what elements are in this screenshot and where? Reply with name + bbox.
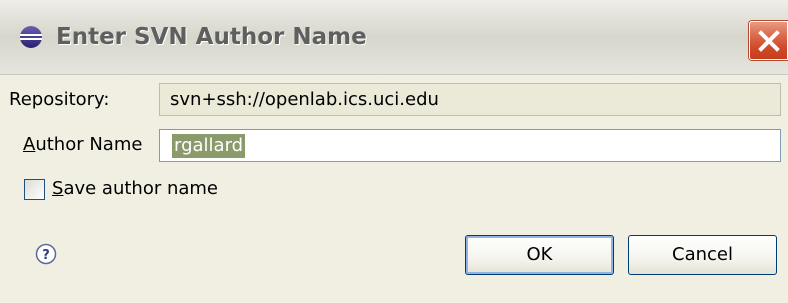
author-name-label: Author Name bbox=[23, 134, 143, 155]
title-bar: Enter SVN Author Name bbox=[0, 0, 788, 75]
svg-text:?: ? bbox=[42, 248, 50, 263]
close-button[interactable] bbox=[749, 21, 788, 60]
window-title: Enter SVN Author Name bbox=[56, 24, 367, 50]
eclipse-icon bbox=[20, 26, 42, 48]
save-author-checkbox[interactable] bbox=[24, 179, 45, 200]
close-icon bbox=[758, 30, 780, 52]
repository-value: svn+ssh://openlab.ics.uci.edu bbox=[170, 89, 439, 110]
author-name-value: rgallard bbox=[172, 134, 246, 158]
save-author-label[interactable]: Save author name bbox=[52, 178, 218, 199]
cancel-button[interactable]: Cancel bbox=[628, 235, 777, 275]
repository-field: svn+ssh://openlab.ics.uci.edu bbox=[159, 83, 781, 116]
ok-button[interactable]: OK bbox=[465, 235, 614, 275]
repository-label: Repository: bbox=[9, 89, 110, 110]
help-icon[interactable]: ? bbox=[35, 243, 57, 265]
dialog-body: Repository: svn+ssh://openlab.ics.uci.ed… bbox=[0, 75, 788, 303]
author-name-input[interactable]: rgallard bbox=[159, 129, 781, 162]
